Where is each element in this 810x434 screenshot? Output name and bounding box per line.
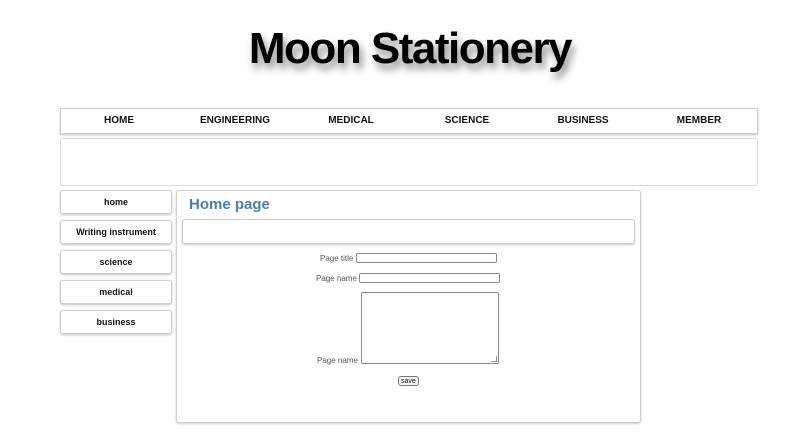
site-title: Moon Stationery bbox=[248, 24, 573, 73]
side-item-business[interactable]: business bbox=[60, 310, 172, 334]
side-item-medical[interactable]: medical bbox=[60, 280, 172, 304]
top-nav: HOME ENGINEERING MEDICAL SCIENCE BUSINES… bbox=[60, 108, 758, 134]
nav-item-medical[interactable]: MEDICAL bbox=[293, 109, 409, 133]
side-item-home[interactable]: home bbox=[60, 190, 172, 214]
page-name-input[interactable] bbox=[359, 273, 500, 283]
nav-item-science[interactable]: SCIENCE bbox=[409, 109, 525, 133]
page-title-label: Page title bbox=[320, 254, 354, 263]
side-item-writing-instrument[interactable]: Writing instrument bbox=[60, 220, 172, 244]
save-button[interactable]: save bbox=[398, 376, 419, 386]
content-toolbar bbox=[182, 219, 635, 244]
resize-grip-icon[interactable] bbox=[491, 356, 497, 362]
page-body-label: Page name bbox=[317, 356, 358, 365]
nav-item-engineering[interactable]: ENGINEERING bbox=[177, 109, 293, 133]
nav-item-member[interactable]: MEMBER bbox=[641, 109, 757, 133]
side-menu: home Writing instrument science medical … bbox=[60, 190, 172, 340]
side-item-science[interactable]: science bbox=[60, 250, 172, 274]
page-title: Home page bbox=[189, 196, 270, 213]
nav-item-business[interactable]: BUSINESS bbox=[525, 109, 641, 133]
page-title-input[interactable] bbox=[356, 253, 497, 263]
nav-item-home[interactable]: HOME bbox=[61, 109, 177, 133]
page-body-textarea[interactable] bbox=[361, 292, 499, 364]
banner bbox=[60, 138, 758, 186]
content-panel: Home page Page title Page name Page name… bbox=[176, 190, 641, 423]
page-name-label: Page name bbox=[316, 274, 357, 283]
